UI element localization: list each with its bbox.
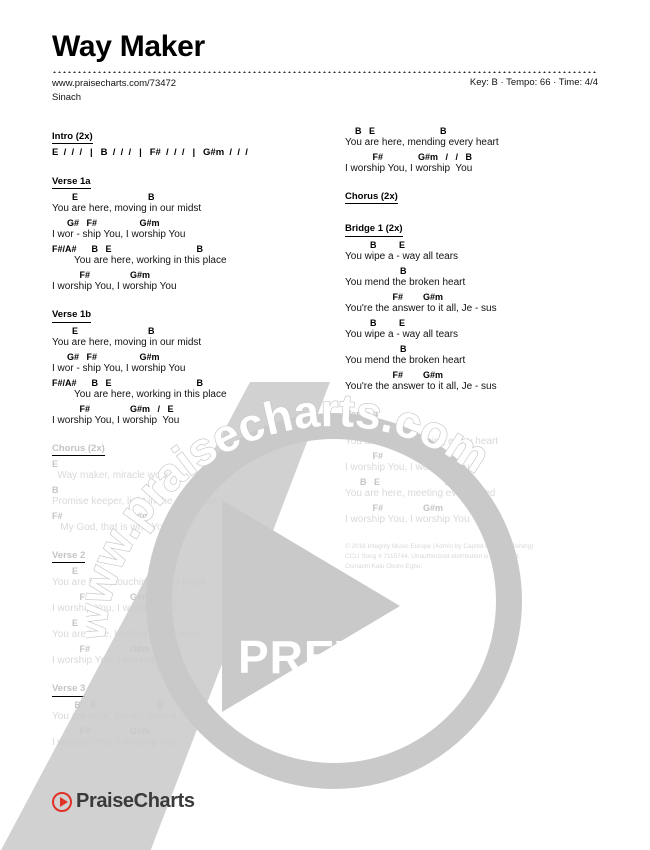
chart-meta-row: www.praisecharts.com/73472 Sinach Key: B… (52, 77, 598, 105)
chord-line: B E B (52, 699, 164, 710)
chord-line: E B (52, 192, 155, 203)
section-title: Chorus (2x) (345, 191, 398, 205)
section-bridge-1: Bridge 1 (2x) B E You wipe a - way all te… (345, 218, 602, 392)
section-intro: Intro (2x) E / / / | B / / / | F# / / / |… (52, 126, 309, 160)
lyric-line: I worship You, I worship You (345, 462, 470, 474)
copyright-text: © 2016 Integrity Music Europe (Admin by … (345, 543, 534, 571)
lyric-line: Promise keeper, light in the darkness (52, 495, 216, 507)
page-title: Way Maker (52, 30, 205, 63)
section-title: Verse 2 (52, 550, 86, 564)
chord-line: B E (345, 317, 406, 328)
section-verse-1a: Verse 1a E B You are here, moving in our … (52, 171, 309, 293)
lyric-line: You are here, working in this place (52, 255, 227, 267)
section-verse-1a-cont: B E B You are here, mending every heart F… (345, 126, 602, 175)
lyric-line: I worship You, I worship You (52, 736, 177, 748)
right-column: B E B You are here, mending every heart F… (345, 126, 602, 760)
chord-line: F# G#m (345, 369, 444, 380)
section-title: Verse 4 (345, 409, 379, 423)
lyric-line: You're the answer to it all, Je - sus (345, 380, 497, 392)
lyric-line: You mend the broken heart (345, 354, 466, 366)
play-circle-icon (52, 791, 72, 812)
section-title: Bridge 1 (2x) (345, 223, 403, 237)
section-verse-3: Verse 3 B E B You are here, turning lives… (52, 678, 309, 748)
chord-line: B (52, 484, 59, 495)
chord-line: B (345, 343, 407, 354)
lyric-line: You are here, turning lives a - round (52, 710, 211, 722)
section-chorus-2: Chorus (2x) (345, 186, 602, 207)
lyric-line: You are here, touching every heart (52, 577, 206, 589)
section-title: Verse 1b (52, 309, 92, 323)
chord-line: F#/A# B E B (52, 244, 204, 255)
lyric-line: My God, that is who You are (52, 521, 189, 533)
chord-line: B E B (345, 126, 447, 136)
lyric-line: I worship You, I worship You (52, 655, 177, 667)
praisecharts-logo[interactable]: PraiseCharts (52, 790, 195, 813)
chord-line: G# F# G#m (52, 218, 160, 229)
lyric-line: I worship You, I worship You (52, 281, 177, 293)
chord-bar-line: E / / / | B / / / | F# / / / | G#m / / / (52, 147, 248, 159)
lyric-line: I worship You, I worship You (345, 163, 473, 174)
lyric-line: You are here, working in this place (52, 388, 227, 400)
section-title: Chorus (2x) (52, 443, 105, 456)
chart-source-info: www.praisecharts.com/73472 Sinach (52, 77, 176, 105)
chord-line: F# G#m (52, 725, 151, 736)
section-verse-1b: Verse 1b E B You are here, moving in our … (52, 304, 309, 426)
lyric-line: You mend the broken heart (345, 276, 466, 288)
key-tempo-time: Key: B · Tempo: 66 · Time: 4/4 (469, 77, 598, 88)
logo-text: PraiseCharts (76, 790, 195, 812)
lyric-line: I wor - ship You, I worship You (52, 362, 186, 374)
section-chorus: Chorus (2x) E Way maker, miracle worker B P… (52, 438, 309, 534)
section-title: Verse 1a (52, 176, 91, 190)
chord-line: F# G#m / / B (345, 152, 473, 162)
chord-chart-page: Way Maker www.praisecharts.com/73472 Sin… (0, 0, 650, 850)
lyric-line: You are here, moving in our midst (52, 203, 202, 215)
play-triangle-glyph (59, 796, 68, 807)
chord-line: F# G#m (52, 592, 151, 603)
chord-line: B E (345, 239, 406, 250)
chord-line: G# F# G#m (52, 351, 160, 362)
lyric-line: I worship You, I worship You (345, 514, 470, 526)
chord-line: F# G#m (345, 291, 444, 302)
chord-line: E B (52, 325, 155, 336)
section-title: Intro (2x) (52, 131, 93, 145)
chord-line: E (52, 458, 59, 469)
lyric-line: You are here, moving in our midst (52, 336, 202, 348)
divider-dotted (52, 70, 598, 73)
chord-line: E B (52, 566, 155, 577)
chord-line: F# G#m (52, 270, 151, 281)
chart-url[interactable]: www.praisecharts.com/73472 (52, 77, 176, 91)
left-column: Intro (2x) E / / / | B / / / | F# / / / |… (52, 126, 309, 760)
section-title: Verse 3 (52, 683, 86, 697)
lyric-line: You wipe a - way all tears (345, 250, 459, 262)
artist-name: Sinach (52, 91, 82, 103)
chord-line: F# G#m (52, 644, 151, 655)
lyric-line: You're the answer to it all, Je - sus (345, 302, 497, 314)
lyric-line: Way maker, miracle worker (52, 469, 178, 481)
chord-line: F# G#m (52, 510, 151, 521)
chord-line: F# G#m (345, 503, 444, 514)
chord-line: F#/A# B E B (52, 377, 204, 388)
chord-line: F# G#m (345, 451, 444, 462)
lyric-line: You wipe a - way all tears (345, 328, 459, 340)
lyric-line: You are here, mending every heart (345, 137, 499, 148)
section-verse-2: Verse 2 E B You are here, touching every … (52, 545, 309, 667)
chord-line: E (345, 425, 372, 436)
chord-line: B (345, 265, 407, 276)
lyric-line: I worship You, I worship You (52, 603, 177, 615)
lyric-line: I wor - ship You, I worship You (52, 229, 186, 241)
chord-line: E B (52, 618, 155, 629)
chord-line: B E B (345, 477, 452, 488)
chord-line: F# G#m / E (52, 403, 174, 414)
section-verse-4: Verse 4 E You are here, touching every he… (345, 404, 602, 526)
chart-header: Way Maker www.praisecharts.com/73472 Sin… (52, 32, 598, 105)
lyric-line: You are here, healing every heart (52, 629, 200, 641)
lyric-line: I worship You, I worship You (52, 414, 180, 426)
chart-body: Intro (2x) E / / / | B / / / | F# / / / |… (52, 126, 602, 760)
lyric-line: You are here, touching every heart (345, 436, 499, 448)
lyric-line: You are here, meeting every need (345, 488, 496, 500)
